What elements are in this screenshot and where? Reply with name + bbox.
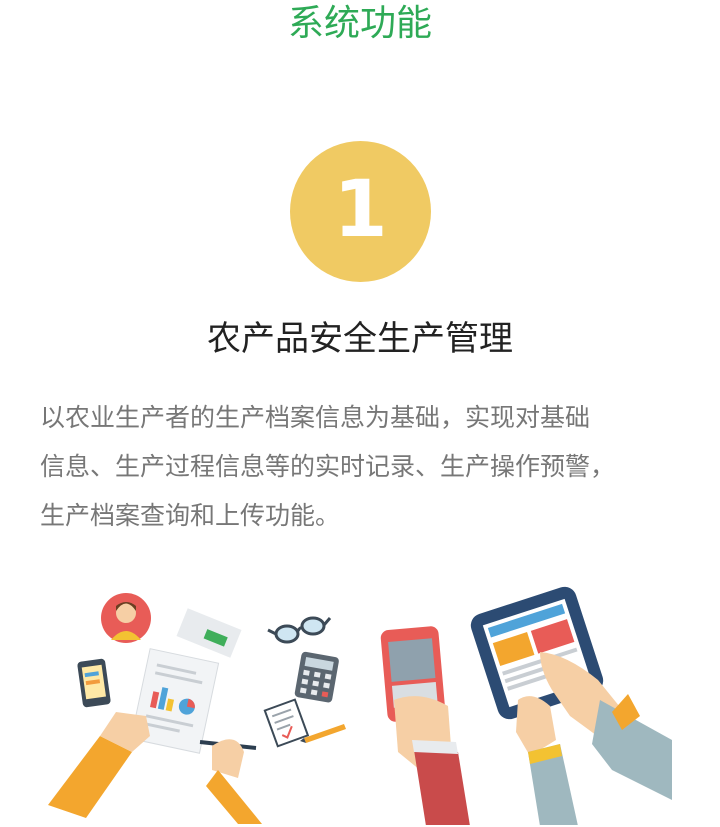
description-line: 信息、生产过程信息等的实时记录、生产操作预警， [40,452,616,481]
phone-keyboard-icon [380,626,470,825]
description-line: 生产档案查询和上传功能。 [40,501,341,530]
page-title: 系统功能 [287,3,432,44]
step-number-badge: 1 [290,141,431,282]
card-icon [176,608,242,658]
smartphone-icon [77,658,111,708]
calculator-icon [294,651,339,703]
tablet-icon [470,586,672,825]
description-line: 以农业生产者的生产档案信息为基础，实现对基础 [40,403,591,432]
feature-title: 农产品安全生产管理 [207,319,513,359]
checklist-icon [263,698,310,748]
farmer-avatar-icon [101,593,151,643]
illustration [48,586,672,825]
step-number: 1 [333,164,388,255]
writing-hand-icon [48,712,150,818]
feature-description: 以农业生产者的生产档案信息为基础，实现对基础 信息、生产过程信息等的实时记录、生… [40,393,690,540]
glasses-icon [267,616,332,644]
pen-hand-icon [199,739,262,824]
